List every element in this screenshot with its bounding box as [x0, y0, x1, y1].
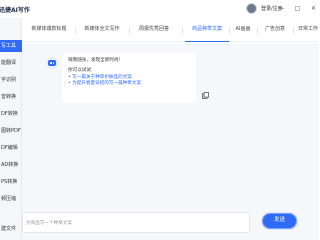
tab-label: 新媒体爆款标题 [31, 26, 67, 32]
tab-label: 广告创意 [264, 26, 285, 32]
tab-label: 商品种草文案 [191, 26, 222, 32]
tab-full-article[interactable]: 新媒体全文写作 [78, 25, 126, 42]
tab-bar: 新媒体爆款标题 新媒体全文写作 周报优秀回答 商品种草文案 AI画画 广告创意 … [22, 18, 319, 42]
sidebar-item-writing-tools[interactable]: 写工具 [0, 40, 22, 52]
tab-label: AI画画 [235, 26, 251, 32]
greeting-text: 嗨我随身，发现全新时尚! [68, 58, 121, 63]
sidebar-item-translate[interactable]: 能翻译 [0, 57, 22, 69]
sidebar: 写工具 能翻译 字识别 音转换 DF转换 图转PDF DF编辑 AD转换 PS转… [0, 18, 22, 240]
sidebar-item-ocr[interactable]: 字识别 [0, 74, 22, 86]
tab-weekly-report[interactable]: 周报优秀回答 [132, 25, 176, 42]
bot-message: 嗨我随身，发现全新时尚! 你可以试试: • 写一篇关于种草护肤品的文案 • 为提… [62, 53, 196, 103]
tab-label: 日常工作 [297, 26, 318, 32]
tab-divider [229, 27, 230, 34]
tab-daily-work[interactable]: 日常工作 [297, 25, 319, 42]
tab-ai-painting[interactable]: AI画画 [232, 25, 254, 42]
sidebar-item-image-to-pdf[interactable]: 图转PDF [0, 125, 22, 137]
active-tab-indicator [185, 40, 229, 42]
sidebar-item-video-compress[interactable]: 频压缩 [0, 193, 22, 205]
message-input-box [22, 212, 250, 233]
copy-icon[interactable] [202, 92, 209, 99]
maximize-icon[interactable]: □ [294, 5, 301, 12]
title-bar: 迅捷AI写作 登录/注册 — □ ✕ [0, 0, 319, 18]
tab-headline[interactable]: 新媒体爆款标题 [25, 25, 73, 42]
tab-ad-ideas[interactable]: 广告创意 [260, 25, 290, 42]
sidebar-item-audio-convert[interactable]: 音转换 [0, 91, 22, 103]
send-button[interactable]: 发送 [262, 213, 297, 229]
tab-divider [129, 27, 130, 34]
tab-divider [257, 27, 258, 34]
window-controls: — □ ✕ [278, 5, 317, 12]
minimize-icon[interactable]: — [278, 5, 285, 12]
sidebar-item-cad-convert[interactable]: AD转换 [0, 159, 22, 171]
avatar[interactable] [246, 3, 257, 14]
tab-product-copy[interactable]: 商品种草文案 [185, 25, 229, 42]
tab-label: 周报优秀回答 [138, 26, 169, 32]
sidebar-item-ps-convert[interactable]: PS转换 [0, 176, 22, 188]
close-icon[interactable]: ✕ [310, 5, 317, 12]
suggestion-heading: 你可以试试: [68, 68, 93, 73]
robot-icon [48, 60, 56, 66]
tab-divider [75, 27, 76, 34]
tab-divider [293, 27, 294, 34]
chat-area: 嗨我随身，发现全新时尚! 你可以试试: • 写一篇关于种草护肤品的文案 • 为提… [22, 43, 319, 240]
suggestion-link[interactable]: • 为提升春夏穿搭的写一篇种草文案 [68, 81, 190, 87]
message-input[interactable] [26, 217, 246, 229]
bot-avatar-icon [46, 57, 58, 69]
tab-label: 新媒体全文写作 [84, 26, 120, 32]
sidebar-item-pdf-edit[interactable]: DF编辑 [0, 142, 22, 154]
app-title: 迅捷AI写作 [0, 6, 30, 14]
tab-divider [182, 27, 183, 34]
sidebar-item-new-file[interactable]: 建文件 [0, 223, 22, 235]
sidebar-item-pdf-convert[interactable]: DF转换 [0, 108, 22, 120]
